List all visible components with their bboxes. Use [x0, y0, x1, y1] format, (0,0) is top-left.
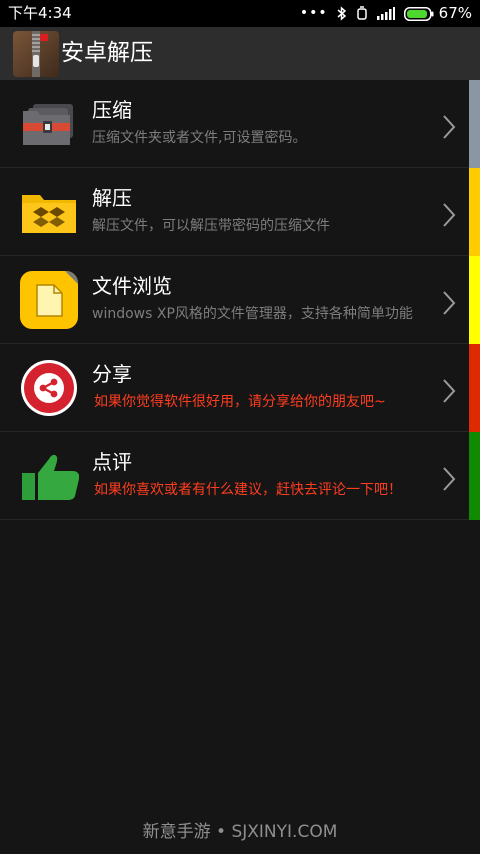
accent-bar — [469, 432, 480, 520]
menu-item-title: 文件浏览 — [92, 274, 172, 298]
file-browser-icon — [19, 271, 79, 329]
page-title: 安卓解压 — [61, 40, 153, 66]
menu-item-extract[interactable]: 解压 解压文件，可以解压带密码的压缩文件 — [0, 168, 480, 256]
battery-percent: 67% — [438, 4, 472, 22]
menu-item-desc: 如果你喜欢或者有什么建议，赶快去评论一下吧！ — [94, 482, 402, 498]
alarm-icon — [356, 6, 368, 21]
bluetooth-icon — [337, 6, 347, 21]
thumbs-up-icon — [19, 447, 79, 505]
status-bar: 下午4:34 ••• 67% — [0, 0, 480, 27]
watermark-text: 新意手游 • SJXINYI.COM — [142, 822, 338, 842]
signal-icon — [376, 7, 395, 20]
app-bar: 安卓解压 — [0, 27, 480, 80]
zip-archive-icon — [13, 31, 59, 77]
menu-item-file-browser[interactable]: 文件浏览 windows XP风格的文件管理器，支持各种简单功能 — [0, 256, 480, 344]
menu-item-compress[interactable]: 压缩 压缩文件夹或者文件,可设置密码。 — [0, 80, 480, 168]
yellow-folder-icon — [19, 183, 79, 241]
accent-bar — [469, 256, 480, 344]
menu-list: 压缩 压缩文件夹或者文件,可设置密码。 解压 解压文件，可以解压带密码的压缩文件 — [0, 80, 480, 520]
menu-item-desc: 压缩文件夹或者文件,可设置密码。 — [92, 130, 307, 146]
chevron-right-icon — [443, 467, 456, 491]
accent-bar — [469, 80, 480, 168]
accent-bar — [469, 168, 480, 256]
chevron-right-icon — [443, 203, 456, 227]
menu-item-desc: 解压文件，可以解压带密码的压缩文件 — [92, 218, 330, 234]
chevron-right-icon — [443, 291, 456, 315]
status-icons: ••• 67% — [291, 4, 472, 23]
menu-item-desc: windows XP风格的文件管理器，支持各种简单功能 — [92, 306, 413, 322]
share-icon — [19, 359, 79, 417]
menu-item-share[interactable]: 分享 如果你觉得软件很好用，请分享给你的朋友吧~ — [0, 344, 480, 432]
accent-bar — [469, 344, 480, 432]
status-time: 下午4:34 — [8, 4, 72, 22]
folder-stack-icon — [19, 95, 79, 153]
menu-item-title: 压缩 — [92, 98, 132, 122]
menu-item-title: 解压 — [92, 186, 132, 210]
menu-item-review[interactable]: 点评 如果你喜欢或者有什么建议，赶快去评论一下吧！ — [0, 432, 480, 520]
more-notifications-icon: ••• — [299, 5, 328, 21]
chevron-right-icon — [443, 115, 456, 139]
menu-item-desc: 如果你觉得软件很好用，请分享给你的朋友吧~ — [94, 394, 386, 410]
battery-icon — [403, 6, 434, 21]
menu-item-title: 点评 — [92, 450, 132, 474]
chevron-right-icon — [443, 379, 456, 403]
menu-item-title: 分享 — [92, 362, 132, 386]
